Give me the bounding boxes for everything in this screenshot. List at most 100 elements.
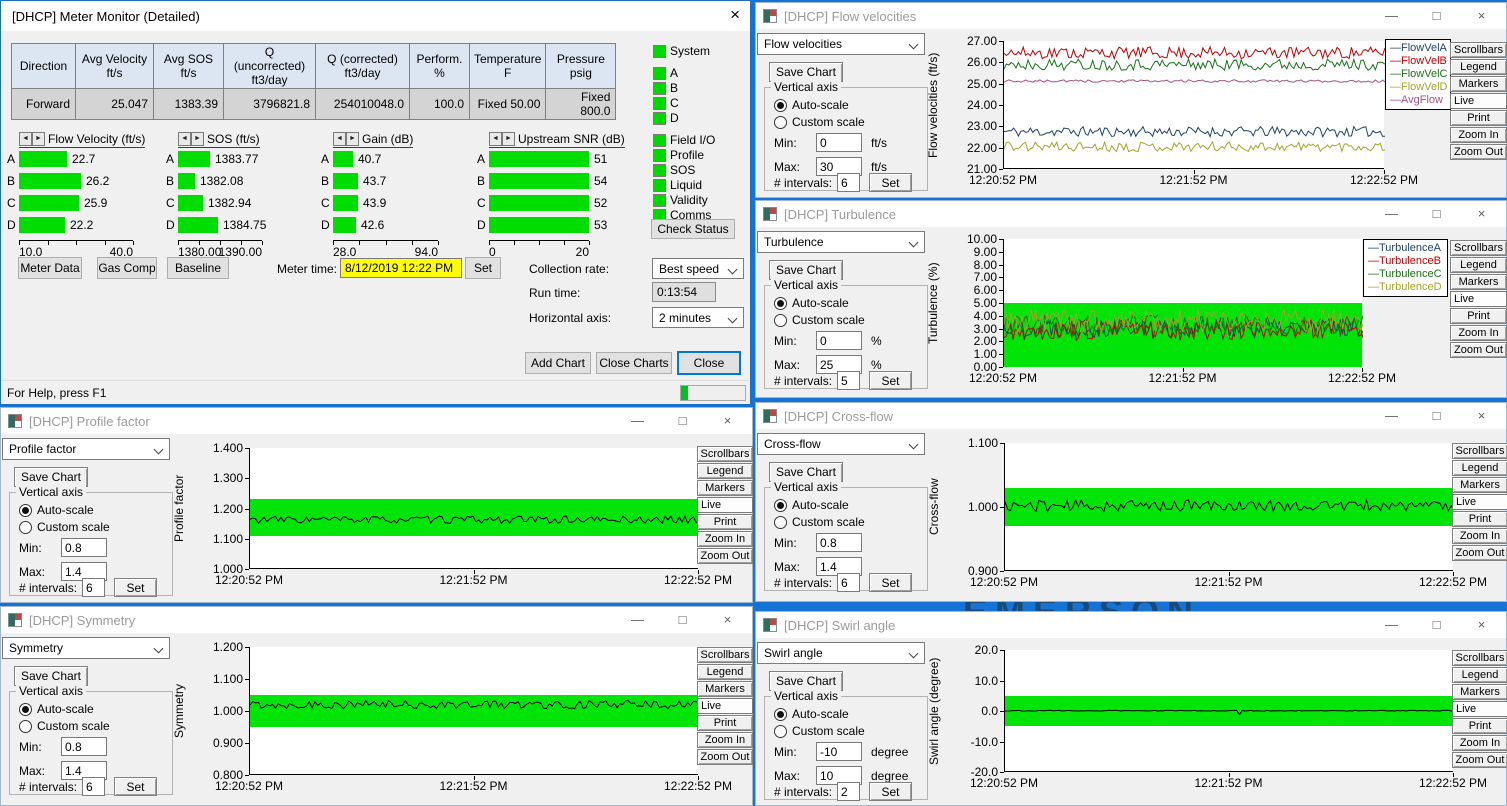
save-chart-button[interactable]: Save Chart	[14, 666, 88, 686]
intervals-input[interactable]	[837, 573, 860, 592]
custom-scale-radio[interactable]: Custom scale	[774, 515, 865, 529]
live-button[interactable]: Live	[1450, 291, 1507, 307]
scroll-right-icon[interactable]: ►	[502, 132, 515, 146]
legend-button[interactable]: Legend	[697, 664, 753, 680]
gas-comp-button[interactable]: Gas Comp	[97, 257, 157, 279]
print-button[interactable]: Print	[697, 715, 753, 731]
zoom-out-button[interactable]: Zoom Out	[1450, 144, 1507, 160]
auto-scale-radio[interactable]: Auto-scale	[774, 707, 849, 721]
scrollbars-button[interactable]: Scrollbars	[1450, 240, 1507, 256]
legend-button[interactable]: Legend	[1452, 460, 1507, 476]
scroll-left-icon[interactable]: ◄	[489, 132, 502, 146]
close-button[interactable]: Close	[677, 351, 741, 375]
chart-type-select[interactable]: Profile factor	[2, 438, 170, 460]
meter-data-button[interactable]: Meter Data	[18, 257, 82, 279]
meter-time-field[interactable]	[340, 258, 462, 278]
scroll-left-icon[interactable]: ◄	[178, 132, 191, 146]
chart-type-select[interactable]: Cross-flow	[757, 433, 925, 455]
scroll-left-icon[interactable]: ◄	[19, 132, 32, 146]
chart-type-select[interactable]: Turbulence	[757, 231, 925, 253]
markers-button[interactable]: Markers	[697, 681, 753, 697]
scroll-right-icon[interactable]: ►	[346, 132, 359, 146]
live-button[interactable]: Live	[697, 698, 753, 714]
maximize-icon[interactable]: □	[1414, 612, 1459, 638]
min-input[interactable]	[816, 742, 862, 761]
close-icon[interactable]: ×	[1459, 3, 1504, 29]
save-chart-button[interactable]: Save Chart	[769, 62, 843, 82]
window-titlebar[interactable]: [DHCP] Flow velocities — □ ×	[756, 3, 1506, 29]
scroll-right-icon[interactable]: ►	[32, 132, 45, 146]
zoom-out-button[interactable]: Zoom Out	[1450, 342, 1507, 358]
close-icon[interactable]: ×	[705, 408, 750, 434]
min-input[interactable]	[61, 737, 107, 756]
zoom-in-button[interactable]: Zoom In	[1452, 528, 1507, 544]
markers-button[interactable]: Markers	[1450, 274, 1507, 290]
live-button[interactable]: Live	[1450, 93, 1507, 109]
collection-rate-select[interactable]: Best speed	[652, 258, 744, 279]
auto-scale-radio[interactable]: Auto-scale	[19, 503, 94, 517]
save-chart-button[interactable]: Save Chart	[769, 671, 843, 691]
close-icon[interactable]: ×	[730, 5, 740, 25]
custom-scale-radio[interactable]: Custom scale	[19, 719, 110, 733]
chart-type-select[interactable]: Symmetry	[2, 637, 170, 659]
minimize-icon[interactable]: —	[1369, 201, 1414, 227]
scrollbars-button[interactable]: Scrollbars	[697, 446, 753, 462]
scroll-left-icon[interactable]: ◄	[333, 132, 346, 146]
maximize-icon[interactable]: □	[1414, 403, 1459, 429]
intervals-input[interactable]	[837, 371, 860, 390]
minimize-icon[interactable]: —	[1369, 403, 1414, 429]
minimize-icon[interactable]: —	[1369, 3, 1414, 29]
legend-button[interactable]: Legend	[1450, 257, 1507, 273]
add-chart-button[interactable]: Add Chart	[525, 352, 591, 374]
close-icon[interactable]: ×	[1459, 201, 1504, 227]
close-icon[interactable]: ×	[705, 607, 750, 633]
custom-scale-radio[interactable]: Custom scale	[774, 724, 865, 738]
intervals-input[interactable]	[82, 777, 105, 796]
window-titlebar[interactable]: [DHCP] Turbulence — □ ×	[756, 201, 1506, 227]
save-chart-button[interactable]: Save Chart	[769, 260, 843, 280]
zoom-out-button[interactable]: Zoom Out	[1452, 545, 1507, 561]
live-button[interactable]: Live	[1452, 701, 1507, 717]
chart-type-select[interactable]: Swirl angle	[757, 642, 925, 664]
markers-button[interactable]: Markers	[697, 480, 753, 496]
zoom-in-button[interactable]: Zoom In	[1450, 325, 1507, 341]
scrollbars-button[interactable]: Scrollbars	[697, 647, 753, 663]
auto-scale-radio[interactable]: Auto-scale	[19, 702, 94, 716]
live-button[interactable]: Live	[1452, 494, 1507, 510]
print-button[interactable]: Print	[697, 514, 753, 530]
set-button[interactable]: Set	[869, 782, 912, 801]
meter-time-set-button[interactable]: Set	[465, 257, 501, 279]
zoom-out-button[interactable]: Zoom Out	[697, 749, 753, 765]
scrollbars-button[interactable]: Scrollbars	[1452, 650, 1507, 666]
close-icon[interactable]: ×	[1459, 403, 1504, 429]
intervals-input[interactable]	[837, 173, 860, 192]
maximize-icon[interactable]: □	[660, 408, 705, 434]
min-input[interactable]	[816, 331, 862, 350]
zoom-in-button[interactable]: Zoom In	[1450, 127, 1507, 143]
close-icon[interactable]: ×	[1459, 612, 1504, 638]
custom-scale-radio[interactable]: Custom scale	[19, 520, 110, 534]
window-titlebar[interactable]: [DHCP] Symmetry — □ ×	[1, 607, 752, 633]
save-chart-button[interactable]: Save Chart	[14, 467, 88, 487]
window-titlebar[interactable]: [DHCP] Swirl angle — □ ×	[756, 612, 1506, 638]
zoom-out-button[interactable]: Zoom Out	[697, 548, 753, 564]
set-button[interactable]: Set	[114, 578, 157, 597]
auto-scale-radio[interactable]: Auto-scale	[774, 296, 849, 310]
minimize-icon[interactable]: —	[1369, 612, 1414, 638]
close-charts-button[interactable]: Close Charts	[596, 352, 672, 374]
zoom-in-button[interactable]: Zoom In	[1452, 735, 1507, 751]
markers-button[interactable]: Markers	[1452, 684, 1507, 700]
maximize-icon[interactable]: □	[660, 607, 705, 633]
set-button[interactable]: Set	[869, 371, 912, 390]
intervals-input[interactable]	[837, 782, 860, 801]
minimize-icon[interactable]: —	[615, 607, 660, 633]
legend-button[interactable]: Legend	[697, 463, 753, 479]
print-button[interactable]: Print	[1450, 308, 1507, 324]
zoom-in-button[interactable]: Zoom In	[697, 732, 753, 748]
scrollbars-button[interactable]: Scrollbars	[1450, 42, 1507, 58]
zoom-in-button[interactable]: Zoom In	[697, 531, 753, 547]
check-status-button[interactable]: Check Status	[651, 219, 735, 239]
auto-scale-radio[interactable]: Auto-scale	[774, 498, 849, 512]
print-button[interactable]: Print	[1450, 110, 1507, 126]
legend-button[interactable]: Legend	[1452, 667, 1507, 683]
